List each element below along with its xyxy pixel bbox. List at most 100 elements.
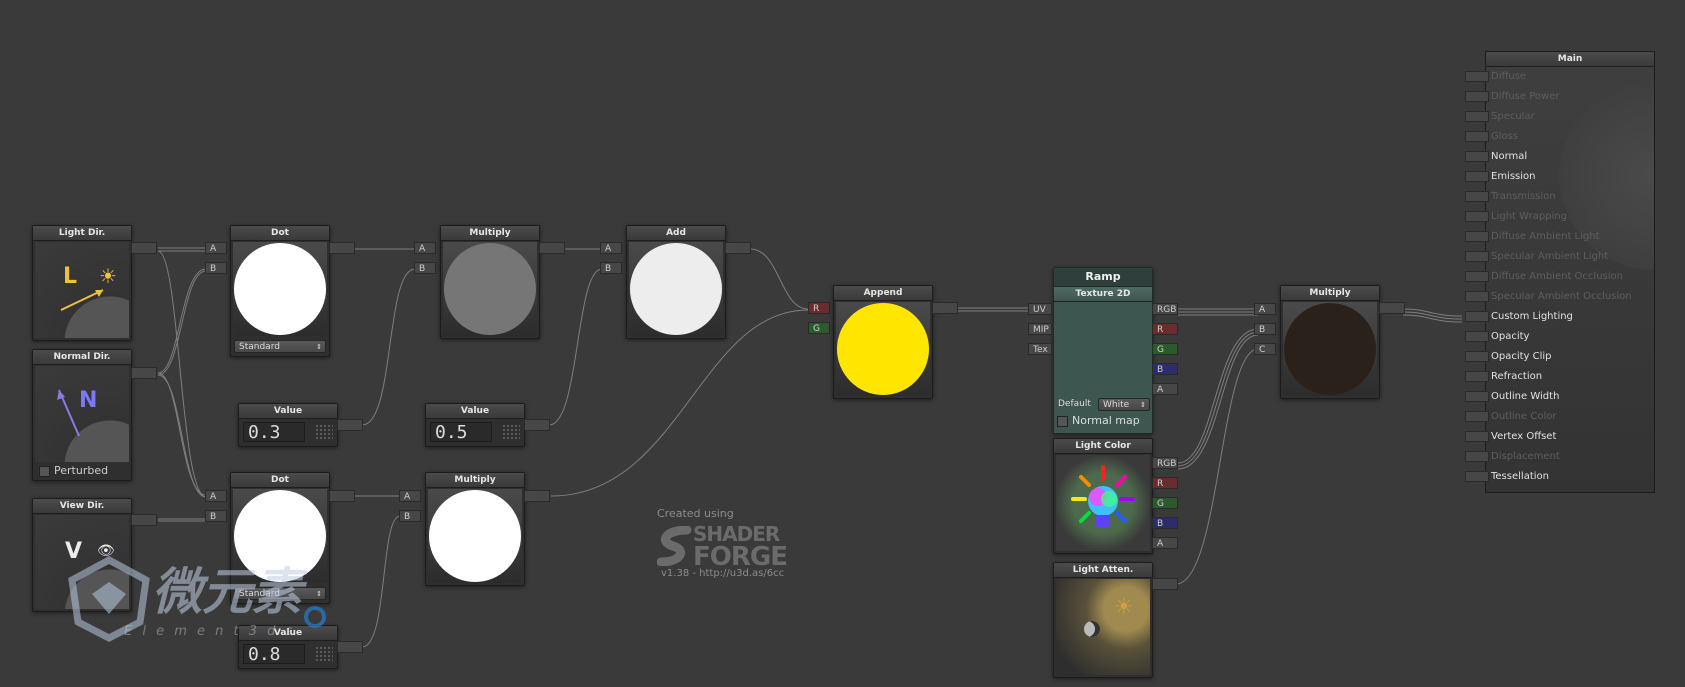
main-input-port[interactable] [1465, 271, 1489, 282]
main-input-row[interactable]: Opacity [1465, 328, 1529, 346]
dot1-output[interactable] [329, 242, 355, 254]
dot1-input-b[interactable]: B [205, 262, 227, 274]
multiply1-output[interactable] [539, 242, 565, 254]
drag-grip-icon[interactable] [502, 424, 520, 440]
node-value-2[interactable]: Value 0.5 [425, 403, 525, 447]
main-input-port[interactable] [1465, 231, 1489, 242]
main-input-row[interactable]: Custom Lighting [1465, 308, 1573, 326]
append-input-g[interactable]: G [808, 322, 830, 334]
value3-output[interactable] [337, 641, 363, 653]
main-input-row[interactable]: Diffuse Ambient Occlusion [1465, 268, 1623, 286]
drag-grip-icon[interactable] [315, 646, 333, 662]
node-multiply-2[interactable]: Multiply [425, 472, 525, 586]
add-input-a[interactable]: A [600, 242, 622, 254]
main-input-port[interactable] [1465, 131, 1489, 142]
light-color-output-g[interactable]: G [1152, 497, 1178, 509]
texture-default-dropdown[interactable]: White ⇕ [1098, 398, 1150, 411]
main-input-row[interactable]: Specular [1465, 108, 1535, 126]
append-output[interactable] [932, 302, 958, 314]
node-dot-1[interactable]: Dot Standard ⇕ [230, 225, 330, 357]
main-input-row[interactable]: Refraction [1465, 368, 1542, 386]
value1-output[interactable] [337, 419, 363, 431]
add-input-b[interactable]: B [600, 262, 622, 274]
main-input-row[interactable]: Normal [1465, 148, 1527, 166]
checkbox-box[interactable] [1057, 415, 1068, 427]
node-view-dir[interactable]: View Dir. V 👁 [32, 498, 132, 612]
main-input-port[interactable] [1465, 431, 1489, 442]
node-append[interactable]: Append [833, 285, 933, 399]
main-input-row[interactable]: Emission [1465, 168, 1536, 186]
node-multiply-1[interactable]: Multiply [440, 225, 540, 339]
main-input-row[interactable]: Diffuse Power [1465, 88, 1559, 106]
main-input-port[interactable] [1465, 391, 1489, 402]
normal-dir-output[interactable] [131, 367, 157, 379]
multiply3-input-a[interactable]: A [1254, 303, 1276, 315]
main-input-port[interactable] [1465, 111, 1489, 122]
main-input-row[interactable]: Specular Ambient Light [1465, 248, 1608, 266]
main-input-port[interactable] [1465, 451, 1489, 462]
texture-output-rgb[interactable]: RGB [1152, 303, 1178, 315]
normal-map-checkbox[interactable]: Normal map [1057, 414, 1140, 427]
main-input-port[interactable] [1465, 351, 1489, 362]
main-input-port[interactable] [1465, 331, 1489, 342]
main-input-row[interactable]: Diffuse Ambient Light [1465, 228, 1600, 246]
value-input[interactable]: 0.8 [243, 644, 305, 665]
node-value-3[interactable]: Value 0.8 [238, 625, 338, 669]
texture-output-a[interactable]: A [1152, 383, 1178, 395]
main-input-port[interactable] [1465, 71, 1489, 82]
node-multiply-3[interactable]: Multiply [1280, 285, 1380, 399]
main-input-row[interactable]: Outline Color [1465, 408, 1556, 426]
perturbed-checkbox[interactable]: Perturbed [39, 464, 108, 477]
multiply2-input-b[interactable]: B [399, 510, 421, 522]
main-input-port[interactable] [1465, 371, 1489, 382]
drag-grip-icon[interactable] [315, 424, 333, 440]
light-color-output-r[interactable]: R [1152, 477, 1178, 489]
dot-mode-dropdown[interactable]: Standard ⇕ [234, 587, 326, 600]
main-input-row[interactable]: Opacity Clip [1465, 348, 1552, 366]
dot-mode-dropdown[interactable]: Standard ⇕ [234, 340, 326, 353]
main-input-port[interactable] [1465, 251, 1489, 262]
multiply1-input-a[interactable]: A [414, 242, 436, 254]
texture-header[interactable]: Ramp [1054, 268, 1152, 287]
node-value-1[interactable]: Value 0.3 [238, 403, 338, 447]
main-input-port[interactable] [1465, 471, 1489, 482]
node-normal-dir[interactable]: Normal Dir. N Perturbed [32, 349, 132, 481]
node-dot-2[interactable]: Dot Standard ⇕ [230, 472, 330, 604]
value-input[interactable]: 0.3 [243, 422, 305, 443]
dot1-input-a[interactable]: A [205, 242, 227, 254]
node-light-atten[interactable]: Light Atten. ☀ [1053, 562, 1153, 678]
main-input-row[interactable]: Outline Width [1465, 388, 1559, 406]
dot2-input-b[interactable]: B [205, 510, 227, 522]
node-light-dir[interactable]: Light Dir. L ☀ [32, 225, 132, 341]
main-input-row[interactable]: Displacement [1465, 448, 1560, 466]
multiply3-input-b[interactable]: B [1254, 323, 1276, 335]
main-input-port[interactable] [1465, 211, 1489, 222]
value-input[interactable]: 0.5 [430, 422, 492, 443]
main-input-port[interactable] [1465, 291, 1489, 302]
dot2-output[interactable] [329, 490, 355, 502]
main-input-row[interactable]: Diffuse [1465, 68, 1526, 86]
add-output[interactable] [725, 242, 751, 254]
light-dir-output[interactable] [131, 242, 157, 254]
dot2-input-a[interactable]: A [205, 490, 227, 502]
texture-output-b[interactable]: B [1152, 363, 1178, 375]
multiply3-input-c[interactable]: C [1254, 343, 1276, 355]
light-color-output-b[interactable]: B [1152, 517, 1178, 529]
multiply1-input-b[interactable]: B [414, 262, 436, 274]
main-input-port[interactable] [1465, 411, 1489, 422]
main-input-port[interactable] [1465, 311, 1489, 322]
light-color-output-a[interactable]: A [1152, 537, 1178, 549]
multiply3-output[interactable] [1379, 302, 1405, 314]
texture-input-uv[interactable]: UV [1028, 303, 1052, 315]
main-input-row[interactable]: Light Wrapping [1465, 208, 1567, 226]
light-color-output-rgb[interactable]: RGB [1152, 457, 1178, 469]
main-input-row[interactable]: Transmission [1465, 188, 1556, 206]
texture-input-mip[interactable]: MIP [1028, 323, 1052, 335]
node-texture-2d[interactable]: Ramp Texture 2D Default White ⇕ Normal m… [1053, 267, 1153, 434]
main-input-row[interactable]: Tessellation [1465, 468, 1549, 486]
multiply2-input-a[interactable]: A [399, 490, 421, 502]
multiply2-output[interactable] [524, 490, 550, 502]
main-input-port[interactable] [1465, 151, 1489, 162]
node-light-color[interactable]: Light Color [1053, 438, 1153, 554]
view-dir-output[interactable] [131, 514, 157, 526]
